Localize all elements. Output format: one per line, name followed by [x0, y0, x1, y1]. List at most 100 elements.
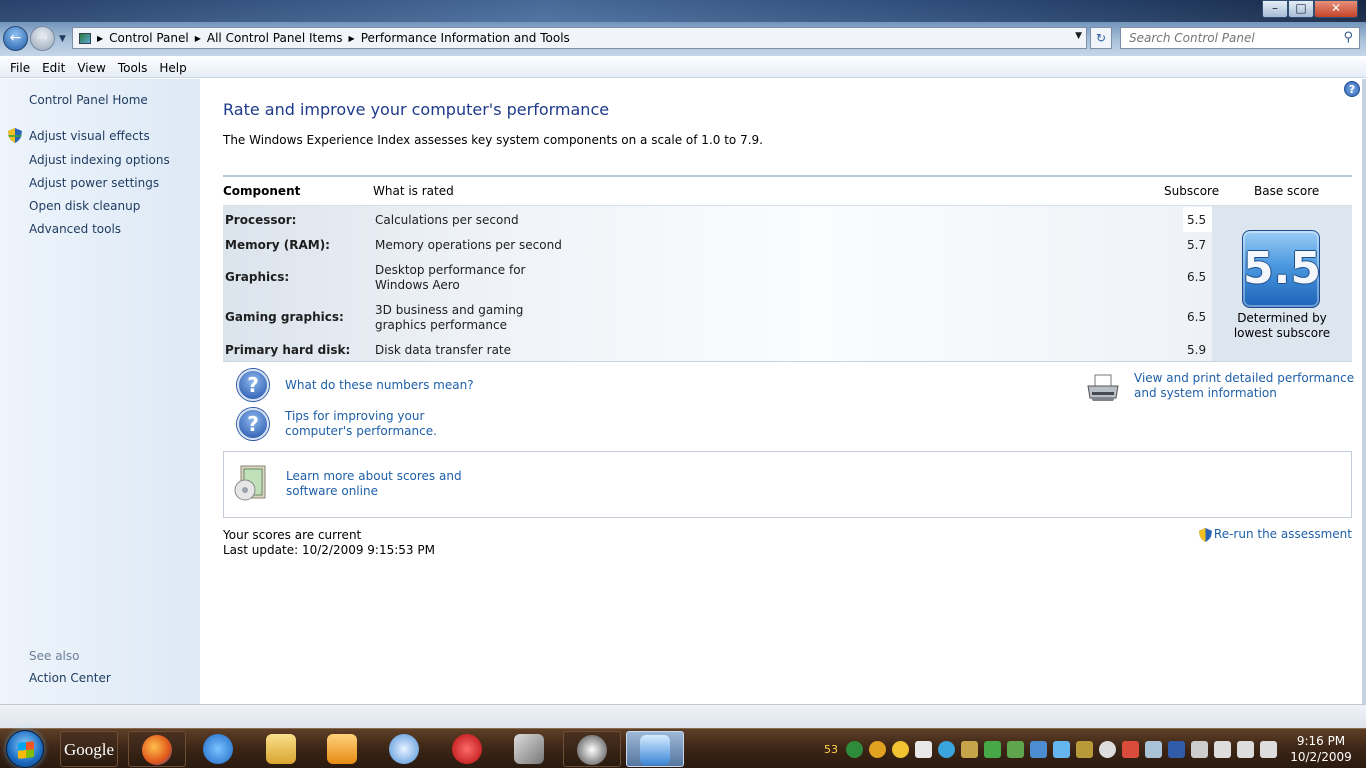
score-table: Component What is rated Subscore Base sc… — [223, 175, 1352, 362]
menu-tools[interactable]: Tools — [112, 61, 154, 75]
app-icon — [514, 734, 544, 764]
what-numbers-mean-link[interactable]: What do these numbers mean? — [285, 378, 474, 393]
back-button[interactable]: ← — [3, 26, 28, 51]
folder-icon — [266, 734, 296, 764]
signal-icon[interactable] — [1214, 740, 1231, 758]
alert-icon[interactable] — [1122, 740, 1139, 758]
adjust-power-settings-link[interactable]: Adjust power settings — [29, 176, 159, 190]
divider — [223, 175, 1352, 177]
menu-bar: File Edit View Tools Help — [0, 58, 1366, 78]
ea-icon[interactable] — [846, 740, 863, 758]
menu-help[interactable]: Help — [153, 61, 192, 75]
updater-icon[interactable] — [1007, 740, 1024, 758]
search-input[interactable] — [1129, 31, 1329, 45]
breadcrumb-control-panel[interactable]: Control Panel — [103, 31, 195, 45]
search-box[interactable]: ⚲ — [1120, 27, 1360, 49]
action-center-flag-icon[interactable] — [1260, 740, 1277, 758]
title-bar: – □ ✕ ← → ▼ ▶ Control Panel ▶ All Contro… — [0, 0, 1366, 56]
maximize-button[interactable]: □ — [1288, 0, 1314, 18]
bluetooth-icon[interactable] — [1168, 740, 1185, 758]
learn-more-scores-link[interactable]: Learn more about scores and software onl… — [286, 469, 501, 499]
printer-icon — [1087, 374, 1119, 401]
tools-icon[interactable] — [1076, 740, 1093, 758]
adjust-visual-effects-link[interactable]: Adjust visual effects — [29, 129, 150, 143]
volume-icon[interactable] — [1237, 740, 1254, 758]
taskbar-fan-app[interactable] — [563, 731, 621, 767]
question-icon: ? — [237, 369, 269, 401]
power-icon[interactable] — [1191, 740, 1208, 758]
taskbar-safari[interactable] — [376, 731, 434, 767]
view-print-details-link[interactable]: View and print detailed performance and … — [1134, 371, 1359, 401]
taskbar-explorer[interactable] — [253, 731, 311, 767]
rerun-assessment[interactable]: Re-run the assessment — [1198, 527, 1352, 542]
open-disk-cleanup-link[interactable]: Open disk cleanup — [29, 199, 140, 213]
help-icon[interactable]: ? — [1344, 81, 1360, 97]
address-dropdown-icon[interactable]: ▼ — [1075, 31, 1082, 41]
menu-edit[interactable]: Edit — [36, 61, 71, 75]
sync-icon[interactable] — [938, 740, 955, 758]
refresh-button[interactable]: ↻ — [1090, 27, 1112, 49]
menu-view[interactable]: View — [71, 61, 111, 75]
recent-pages-dropdown[interactable]: ▼ — [59, 34, 66, 44]
emoticon-icon[interactable] — [892, 740, 909, 758]
subscore-value: 6.5 — [1187, 310, 1207, 324]
breadcrumb-performance[interactable]: Performance Information and Tools — [355, 31, 576, 45]
forward-button[interactable]: → — [30, 26, 55, 51]
see-also-heading: See also — [29, 649, 80, 663]
taskbar-control-panel[interactable] — [626, 731, 684, 767]
clock-date: 10/2/2009 — [1290, 750, 1352, 764]
security-shield-icon[interactable] — [984, 740, 1001, 758]
component-label: Graphics: — [225, 270, 290, 284]
advanced-tools-link[interactable]: Advanced tools — [29, 222, 121, 236]
control-panel-icon — [79, 32, 91, 44]
desktop-backdrop — [0, 0, 1366, 22]
page-title: Rate and improve your computer's perform… — [223, 100, 610, 119]
taskbar-opera[interactable] — [439, 731, 497, 767]
taskbar-firefox[interactable] — [128, 731, 186, 767]
clock[interactable]: 9:16 PM 10/2/2009 — [1282, 733, 1360, 765]
base-score-panel: 5.5 Determined by lowest subscore — [1212, 206, 1352, 361]
app-tray-icon[interactable] — [1053, 740, 1070, 758]
status-bar — [0, 704, 1366, 728]
address-bar[interactable]: ▶ Control Panel ▶ All Control Panel Item… — [72, 27, 1087, 49]
software-package-icon — [234, 465, 266, 501]
what-rated: 3D business and gaming graphics performa… — [375, 303, 524, 332]
adjust-indexing-options-link[interactable]: Adjust indexing options — [29, 153, 170, 167]
score-rows: Processor: Calculations per second 5.5 M… — [223, 206, 1212, 361]
device-icon[interactable] — [1030, 740, 1047, 758]
smiley-icon[interactable] — [869, 740, 886, 758]
tips-improving-performance-link[interactable]: Tips for improving your computer's perfo… — [285, 409, 495, 439]
taskbar-google[interactable]: Google — [60, 731, 118, 767]
component-label: Gaming graphics: — [225, 310, 344, 324]
subscore-value: 6.5 — [1187, 270, 1207, 284]
tray-counter[interactable]: 53 — [822, 741, 840, 758]
question-icon: ? — [237, 408, 269, 440]
minimize-button[interactable]: – — [1262, 0, 1288, 18]
uac-shield-icon — [1198, 527, 1212, 542]
rerun-assessment-link[interactable]: Re-run the assessment — [1214, 527, 1352, 542]
control-panel-home-link[interactable]: Control Panel Home — [29, 93, 148, 107]
subscore-value: 5.9 — [1187, 343, 1207, 357]
system-tray: 53 — [822, 735, 1277, 763]
taskbar-app[interactable] — [501, 731, 559, 767]
compass-icon — [389, 734, 419, 764]
usb-icon[interactable] — [1145, 740, 1162, 758]
close-button[interactable]: ✕ — [1314, 0, 1358, 18]
clock-app-icon[interactable] — [1099, 740, 1116, 758]
window-edge — [1362, 79, 1366, 704]
search-icon[interactable]: ⚲ — [1343, 30, 1353, 45]
window-controls: – □ ✕ — [1262, 0, 1358, 18]
scores-current-text: Your scores are current — [223, 528, 362, 542]
taskbar-media-player[interactable] — [314, 731, 372, 767]
taskbar-internet-explorer[interactable] — [190, 731, 248, 767]
action-center-link[interactable]: Action Center — [29, 671, 111, 685]
component-label: Memory (RAM): — [225, 238, 330, 252]
menu-file[interactable]: File — [4, 61, 36, 75]
start-button[interactable] — [6, 730, 44, 768]
what-rated: Disk data transfer rate — [375, 343, 512, 357]
last-update-text: Last update: 10/2/2009 9:15:53 PM — [223, 543, 435, 557]
figure-icon[interactable] — [915, 740, 932, 758]
network-app-icon[interactable] — [961, 740, 978, 758]
breadcrumb-all-items[interactable]: All Control Panel Items — [201, 31, 349, 45]
tasks-pane: Control Panel Home Adjust visual effects… — [0, 79, 200, 704]
